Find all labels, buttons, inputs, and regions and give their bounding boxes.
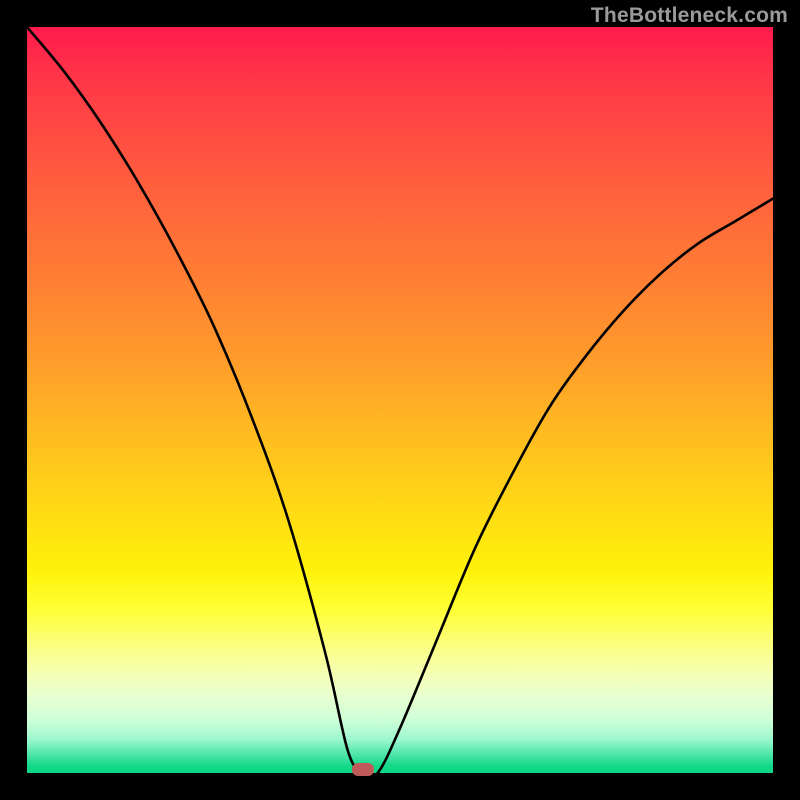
bottleneck-curve	[27, 27, 773, 773]
curve-path	[27, 27, 773, 773]
chart-frame: TheBottleneck.com	[0, 0, 800, 800]
watermark-text: TheBottleneck.com	[591, 4, 788, 28]
plot-area	[27, 27, 773, 773]
optimal-marker	[352, 763, 374, 776]
